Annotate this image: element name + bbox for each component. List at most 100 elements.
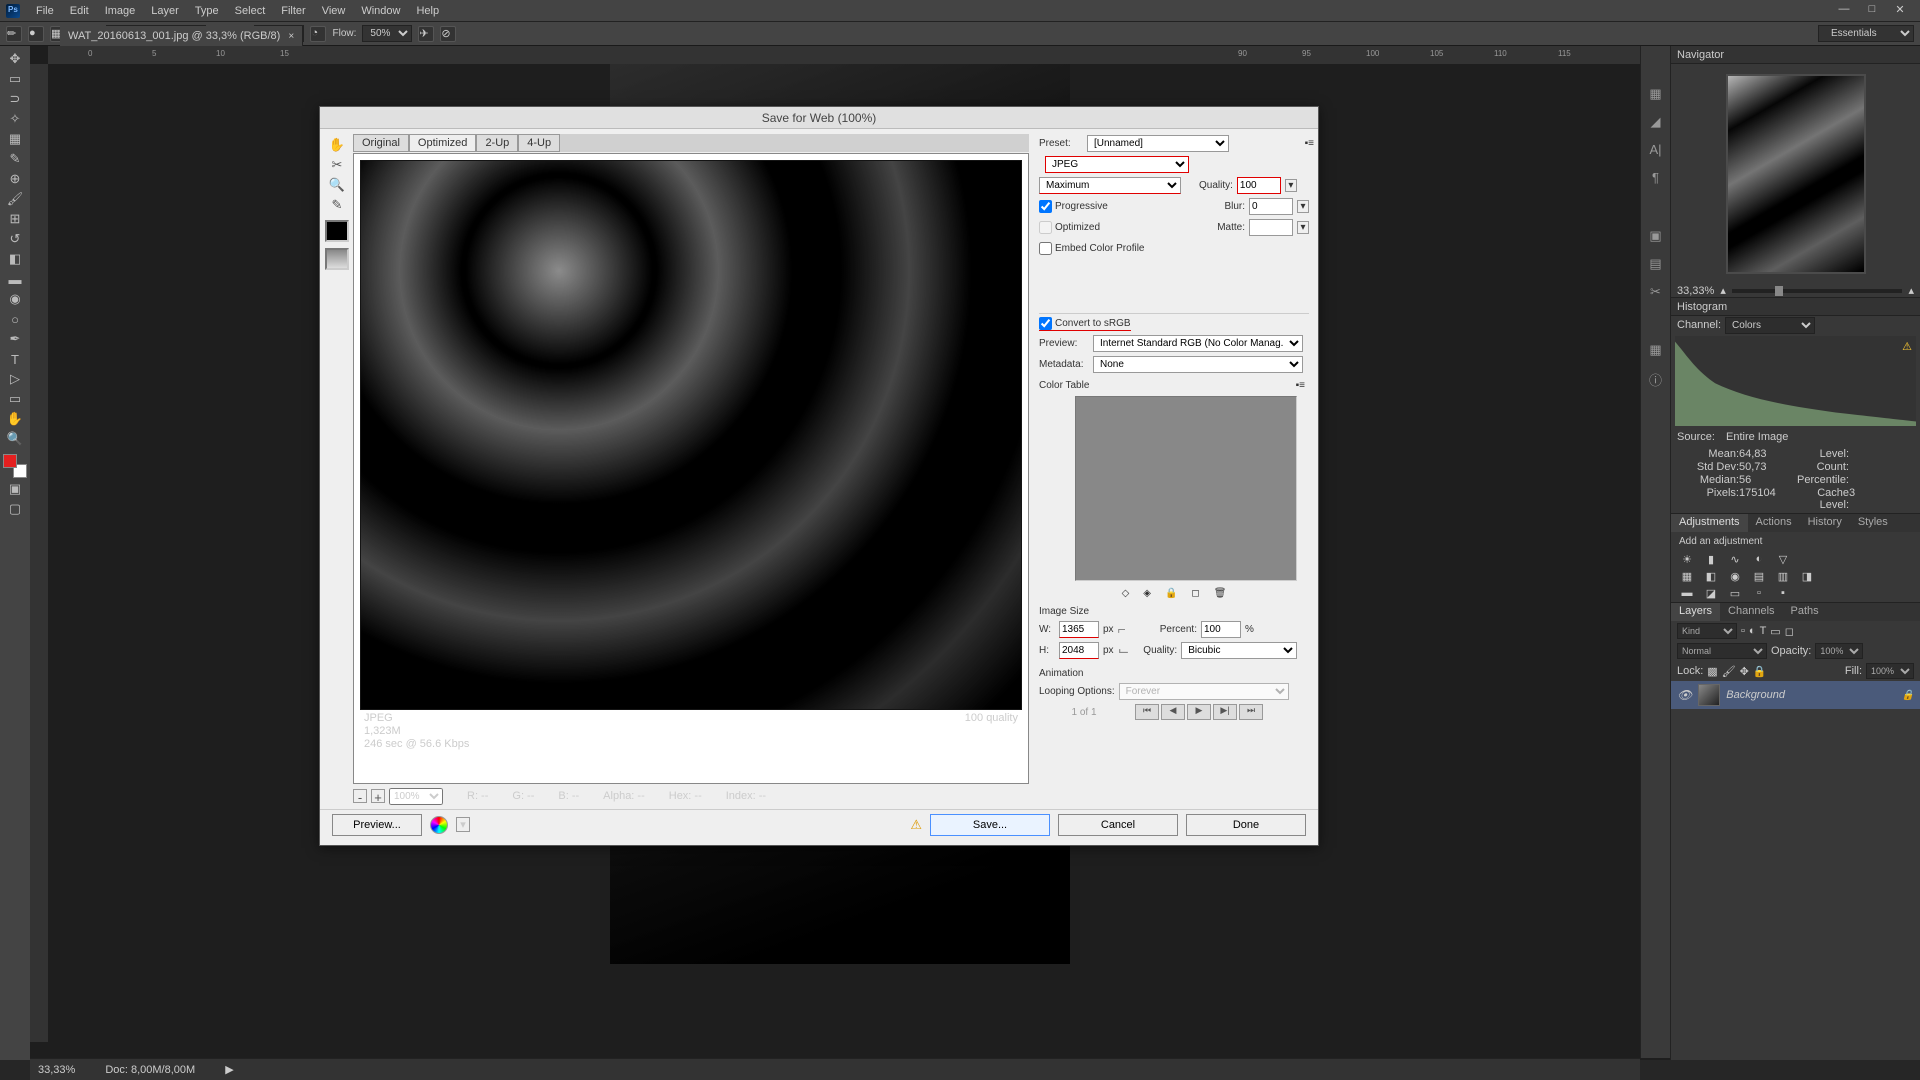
menu-select[interactable]: Select — [227, 5, 274, 17]
status-doc[interactable]: Doc: 8,00M/8,00M — [105, 1064, 195, 1076]
ct-icon-4[interactable]: ◻ — [1191, 588, 1199, 599]
zoom-select[interactable]: 100% — [389, 788, 443, 805]
adj-hue-icon[interactable]: ▦ — [1679, 570, 1695, 583]
navigator-thumbnail[interactable] — [1726, 74, 1866, 274]
menu-help[interactable]: Help — [408, 5, 447, 17]
shape-tool[interactable]: ▭ — [4, 390, 26, 408]
filter-shape-icon[interactable]: ▭ — [1770, 625, 1780, 638]
adj-thresh-icon[interactable]: ◪ — [1703, 587, 1719, 600]
tool-preset-icon[interactable]: ✏ — [6, 26, 22, 42]
adj-brightness-icon[interactable]: ☀ — [1679, 553, 1695, 566]
eraser-tool[interactable]: ◧ — [4, 250, 26, 268]
adj-vibrance-icon[interactable]: ▽ — [1775, 553, 1791, 566]
anim-play-icon[interactable]: ▶ — [1187, 704, 1211, 720]
airbrush-icon[interactable]: ✈ — [418, 26, 434, 42]
adj-curves-icon[interactable]: ∿ — [1727, 553, 1743, 566]
filter-adj-icon[interactable]: ◐ — [1749, 625, 1756, 637]
navigator-panel-head[interactable]: Navigator — [1671, 46, 1920, 64]
pressure-size-icon[interactable]: ⊘ — [440, 26, 456, 42]
layer-kind-select[interactable]: Kind — [1677, 623, 1737, 639]
anim-first-icon[interactable]: ⏮ — [1135, 704, 1159, 720]
metadata-select[interactable]: None — [1093, 356, 1303, 373]
preset-select[interactable]: [Unnamed] — [1087, 135, 1229, 152]
fill-select[interactable]: 100% — [1866, 663, 1914, 679]
stamp-tool[interactable]: ⊞ — [4, 210, 26, 228]
move-tool[interactable]: ✥ — [4, 50, 26, 68]
brush-tool[interactable]: 🖌 — [4, 190, 26, 208]
adj-exposure-icon[interactable]: ◐ — [1751, 553, 1767, 566]
histogram-panel-head[interactable]: Histogram — [1671, 298, 1920, 316]
progressive-checkbox[interactable]: Progressive — [1039, 200, 1108, 213]
lock-trans-icon[interactable]: ▩ — [1707, 665, 1717, 678]
eyedropper-tool[interactable]: ✎ — [4, 150, 26, 168]
dodge-tool[interactable]: ○ — [4, 310, 26, 328]
wand-tool[interactable]: ✧ — [4, 110, 26, 128]
gradient-tool[interactable]: ▬ — [4, 270, 26, 288]
tab-adjustments[interactable]: Adjustments — [1671, 514, 1748, 532]
zoom-out-icon[interactable]: - — [353, 789, 367, 803]
layer-thumbnail[interactable] — [1698, 684, 1720, 706]
width-input[interactable] — [1059, 621, 1099, 638]
zoom-in-tri-icon[interactable]: ▴ — [1908, 284, 1914, 297]
paragraph-icon[interactable]: ¶ — [1647, 170, 1665, 188]
close-button[interactable]: ✕ — [1886, 3, 1914, 19]
crop-tool[interactable]: ▦ — [4, 130, 26, 148]
menu-file[interactable]: File — [28, 5, 62, 17]
close-tab-icon[interactable]: × — [288, 31, 294, 42]
ct-icon-2[interactable]: ◈ — [1143, 588, 1151, 599]
anim-prev-icon[interactable]: ◀ — [1161, 704, 1185, 720]
cancel-button[interactable]: Cancel — [1058, 814, 1178, 836]
maximize-button[interactable]: □ — [1858, 3, 1886, 19]
eyedropper-tool-icon[interactable]: ✎ — [325, 196, 349, 214]
panel-icon-1[interactable]: ▣ — [1647, 228, 1665, 246]
hand-tool-icon[interactable]: ✋ — [325, 136, 349, 154]
adj-select-icon[interactable]: ▫ — [1751, 587, 1767, 600]
matte-input[interactable] — [1249, 219, 1293, 236]
tab-paths[interactable]: Paths — [1783, 603, 1827, 621]
colortable-menu-icon[interactable]: ▪≡ — [1296, 380, 1305, 391]
save-button[interactable]: Save... — [930, 814, 1050, 836]
brush-picker-icon[interactable]: ● — [28, 26, 44, 42]
tab-styles[interactable]: Styles — [1850, 514, 1896, 532]
menu-layer[interactable]: Layer — [143, 5, 187, 17]
adj-mixer-icon[interactable]: ▤ — [1751, 570, 1767, 583]
path-tool[interactable]: ▷ — [4, 370, 26, 388]
anim-next-icon[interactable]: ▶| — [1213, 704, 1237, 720]
menu-view[interactable]: View — [314, 5, 354, 17]
menu-image[interactable]: Image — [97, 5, 144, 17]
workspace-select[interactable]: Essentials — [1818, 25, 1914, 42]
tab-layers[interactable]: Layers — [1671, 603, 1720, 621]
healing-tool[interactable]: ⊕ — [4, 170, 26, 188]
layer-opacity-select[interactable]: 100% — [1815, 643, 1863, 659]
filter-img-icon[interactable]: ▫ — [1741, 625, 1745, 637]
pen-tool[interactable]: ✒ — [4, 330, 26, 348]
panel-icon-4[interactable]: ▦ — [1647, 342, 1665, 360]
visibility-icon[interactable]: 👁 — [1677, 688, 1692, 702]
adj-invert-icon[interactable]: ◨ — [1799, 570, 1815, 583]
adj-grad-icon[interactable]: ▭ — [1727, 587, 1743, 600]
slice-tool-icon[interactable]: ✂ — [325, 156, 349, 174]
menu-filter[interactable]: Filter — [273, 5, 313, 17]
tab-4up[interactable]: 4-Up — [518, 134, 560, 152]
adj-levels-icon[interactable]: ▮ — [1703, 553, 1719, 566]
menu-edit[interactable]: Edit — [62, 5, 97, 17]
percent-input[interactable] — [1201, 621, 1241, 638]
quickmask-icon[interactable]: ▣ — [4, 480, 26, 498]
character-icon[interactable]: A| — [1647, 142, 1665, 160]
ct-icon-3[interactable]: 🔒 — [1165, 588, 1177, 599]
filter-smart-icon[interactable]: ◻ — [1785, 625, 1794, 638]
adj-bw-icon[interactable]: ◧ — [1703, 570, 1719, 583]
browser-preview-icon[interactable] — [430, 816, 448, 834]
adj-more-icon[interactable]: ▪ — [1775, 587, 1791, 600]
history-brush-tool[interactable]: ↺ — [4, 230, 26, 248]
preview-button[interactable]: Preview... — [332, 814, 422, 836]
resample-select[interactable]: Bicubic — [1181, 642, 1297, 659]
screenmode-icon[interactable]: ▢ — [4, 500, 26, 518]
blur-tool[interactable]: ◉ — [4, 290, 26, 308]
quality-input[interactable] — [1237, 177, 1281, 194]
height-input[interactable] — [1059, 642, 1099, 659]
lock-pos-icon[interactable]: ✥ — [1740, 665, 1749, 678]
preview-profile-select[interactable]: Internet Standard RGB (No Color Manag... — [1093, 335, 1303, 352]
format-select[interactable]: JPEG — [1045, 156, 1189, 173]
convert-srgb-checkbox[interactable]: Convert to sRGB — [1039, 317, 1131, 331]
